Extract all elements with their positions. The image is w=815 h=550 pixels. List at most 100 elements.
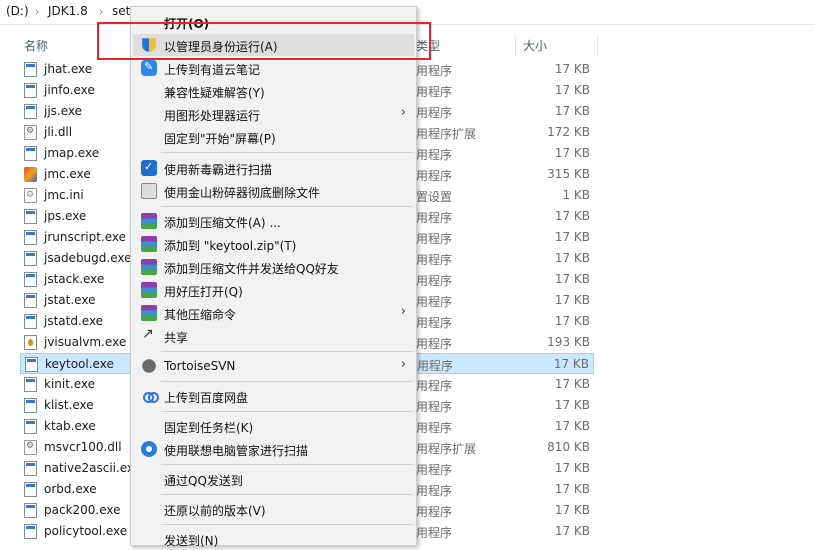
menu-item-shred[interactable]: 使用金山粉碎器彻底删除文件 (133, 180, 414, 202)
menu-label: 固定到任务栏(K) (164, 421, 254, 435)
menu-separator (161, 206, 413, 207)
menu-label: 用好压打开(Q) (164, 285, 243, 299)
file-type: 用程序扩展 (416, 442, 477, 456)
breadcrumb-sub[interactable]: set (112, 4, 130, 18)
archive-icon (141, 236, 157, 252)
file-type: 用程序扩展 (416, 127, 477, 141)
file-name: jmc.ini (44, 188, 84, 202)
file-type: 用程序 (416, 85, 453, 99)
file-size: 17 KB (554, 377, 590, 391)
archive-icon (141, 282, 157, 298)
exe-icon (24, 314, 37, 329)
file-type: 用程序 (416, 211, 453, 225)
menu-label: TortoiseSVN (164, 359, 236, 373)
file-type: 用程序 (417, 359, 454, 373)
baidu-cloud-icon (141, 388, 159, 404)
exe-icon (24, 104, 37, 119)
menu-item-baidu[interactable]: 上传到百度网盘 (133, 385, 414, 407)
menu-separator (161, 381, 413, 382)
file-name: jstat.exe (44, 293, 96, 307)
context-menu: 打开(O) 以管理员身份运行(A) 上传到有道云笔记 兼容性疑难解答(Y) 用图… (130, 6, 417, 548)
menu-item-upload-youdao[interactable]: 上传到有道云笔记 (133, 57, 414, 79)
file-size: 17 KB (554, 314, 590, 328)
menu-item-add-archive[interactable]: 添加到压缩文件(A) ... (133, 210, 414, 232)
file-name: jinfo.exe (44, 83, 95, 97)
file-name: jsadebugd.exe (44, 251, 132, 265)
menu-separator (161, 524, 413, 525)
file-size: 17 KB (554, 503, 590, 517)
menu-item-pin-start[interactable]: 固定到"开始"屏幕(P) (133, 126, 414, 148)
exe-icon (24, 83, 37, 98)
file-size: 17 KB (554, 398, 590, 412)
menu-item-add-zip[interactable]: 添加到 "keytool.zip"(T) (133, 233, 414, 255)
file-name: pack200.exe (44, 503, 121, 517)
file-name: jstack.exe (44, 272, 105, 286)
file-name: jstatd.exe (44, 314, 104, 328)
menu-label: 使用金山粉碎器彻底删除文件 (164, 186, 321, 200)
chevron-right-icon: › (400, 105, 406, 120)
exe-icon (24, 293, 37, 308)
menu-label: 添加到压缩文件(A) ... (164, 216, 281, 230)
menu-item-gpu-run[interactable]: 用图形处理器运行 › (133, 103, 414, 125)
exe-icon (24, 524, 37, 539)
file-name: kinit.exe (44, 377, 96, 391)
menu-item-compat[interactable]: 兼容性疑难解答(Y) (133, 80, 414, 102)
ini-icon (24, 188, 37, 203)
exe-icon (24, 251, 37, 266)
menu-label: 共享 (164, 331, 189, 345)
highlight-annotation-box (97, 22, 431, 60)
file-type: 用程序 (416, 484, 453, 498)
menu-item-svn[interactable]: TortoiseSVN › (133, 355, 414, 377)
menu-label: 固定到"开始"屏幕(P) (164, 132, 276, 146)
menu-label: 用图形处理器运行 (164, 109, 261, 123)
file-type: 用程序 (416, 106, 453, 120)
menu-item-open-haozip[interactable]: 用好压打开(Q) (133, 279, 414, 301)
antivirus-icon (141, 160, 157, 176)
exe-icon (24, 377, 37, 392)
menu-item-send-to[interactable]: 发送到(N) (133, 528, 414, 550)
exe-icon (24, 230, 37, 245)
file-size: 17 KB (554, 209, 590, 223)
menu-item-other-zip[interactable]: 其他压缩命令 › (133, 302, 414, 324)
menu-label: 上传到有道云笔记 (164, 63, 261, 77)
file-size: 172 KB (547, 125, 590, 139)
lenovo-manager-icon (141, 441, 157, 457)
file-name: jps.exe (44, 209, 87, 223)
archive-icon (141, 259, 157, 275)
exe-icon (25, 357, 38, 372)
breadcrumb-folder[interactable]: JDK1.8 (48, 4, 88, 18)
menu-item-lenovo-scan[interactable]: 使用联想电脑管家进行扫描 (133, 438, 414, 460)
file-type: 用程序 (416, 148, 453, 162)
menu-label: 其他压缩命令 (164, 308, 237, 322)
menu-label: 添加到压缩文件并发送给QQ好友 (164, 262, 339, 276)
file-size: 17 KB (554, 524, 590, 538)
file-type: 用程序 (416, 295, 453, 309)
menu-item-send-qq[interactable]: 通过QQ发送到 (133, 468, 414, 490)
menu-item-pin-taskbar[interactable]: 固定到任务栏(K) (133, 415, 414, 437)
file-size: 17 KB (554, 293, 590, 307)
menu-item-scan-xdb[interactable]: 使用新毒霸进行扫描 (133, 157, 414, 179)
column-divider[interactable] (515, 34, 516, 56)
column-divider[interactable] (597, 34, 598, 56)
dll-icon (24, 440, 37, 455)
file-size: 17 KB (554, 62, 590, 76)
file-type: 用程序 (416, 526, 453, 540)
file-name: klist.exe (44, 398, 94, 412)
file-name: jjs.exe (44, 104, 83, 118)
menu-item-restore[interactable]: 还原以前的版本(V) (133, 498, 414, 520)
file-size: 193 KB (547, 335, 590, 349)
menu-item-share[interactable]: 共享 (133, 325, 414, 347)
file-type: 用程序 (416, 463, 453, 477)
menu-separator (161, 351, 413, 352)
column-name[interactable]: 名称 (24, 37, 48, 54)
file-name: policytool.exe (44, 524, 128, 538)
column-size[interactable]: 大小 (523, 37, 547, 54)
breadcrumb-drive[interactable]: (D:) (6, 4, 29, 18)
file-name: ktab.exe (44, 419, 96, 433)
file-name: msvcr100.dll (44, 440, 122, 454)
file-type: 用程序 (416, 337, 453, 351)
file-size: 17 KB (553, 357, 589, 371)
share-icon (141, 326, 157, 344)
menu-label: 还原以前的版本(V) (164, 504, 266, 518)
menu-item-add-send-qq[interactable]: 添加到压缩文件并发送给QQ好友 (133, 256, 414, 278)
